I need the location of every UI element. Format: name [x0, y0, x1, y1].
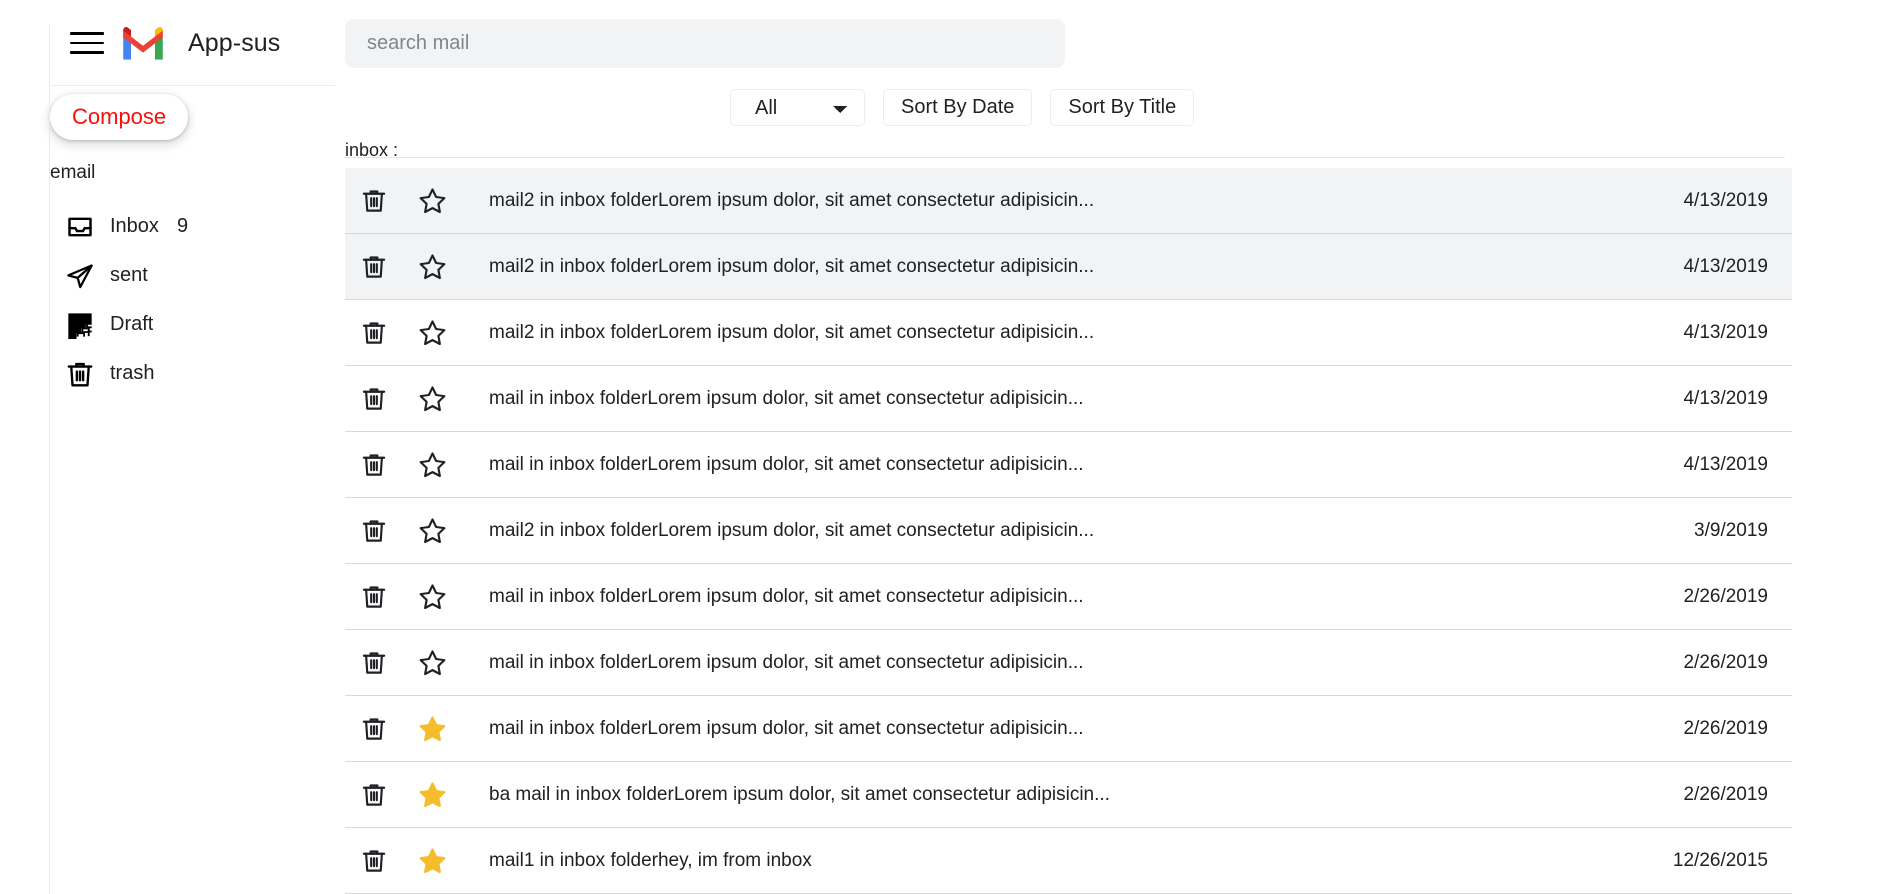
mail-row[interactable]: mail2 in inbox folderLorem ipsum dolor, … [345, 300, 1792, 366]
sidebar-item-draft[interactable]: Draft [50, 300, 335, 349]
mail-subject: mail in inbox folderLorem ipsum dolor, s… [489, 717, 1084, 739]
star-outline-icon[interactable] [403, 318, 461, 348]
delete-mail-icon[interactable] [345, 781, 403, 808]
sidebar-item-label: sent [110, 264, 148, 286]
inbox-icon [50, 213, 110, 241]
mail-date: 4/13/2019 [1683, 387, 1768, 409]
delete-mail-icon[interactable] [345, 319, 403, 346]
sidebar-item-label: Inbox [110, 215, 159, 237]
mail-date: 12/26/2015 [1672, 849, 1768, 871]
toolbar-divider [345, 157, 1785, 158]
mail-row[interactable]: mail2 in inbox folderLorem ipsum dolor, … [345, 498, 1792, 564]
mail-row[interactable]: mail in inbox folderLorem ipsum dolor, s… [345, 432, 1792, 498]
sidebar-item-label: Draft [110, 313, 154, 335]
star-outline-icon[interactable] [403, 252, 461, 282]
delete-mail-icon[interactable] [345, 715, 403, 742]
mail-subject: mail2 in inbox folderLorem ipsum dolor, … [489, 321, 1095, 343]
compose-container: Compose [0, 86, 335, 140]
mail-date: 2/26/2019 [1683, 585, 1768, 607]
mail-subject: mail in inbox folderLorem ipsum dolor, s… [489, 651, 1084, 673]
mail-row[interactable]: mail in inbox folderLorem ipsum dolor, s… [345, 696, 1792, 762]
mail-subject: mail1 in inbox folderhey, im from inbox [489, 849, 812, 871]
star-filled-icon[interactable] [403, 714, 461, 744]
delete-mail-icon[interactable] [345, 451, 403, 478]
filter-select[interactable]: All [730, 89, 865, 126]
delete-mail-icon[interactable] [345, 583, 403, 610]
mail-subject: mail2 in inbox folderLorem ipsum dolor, … [489, 519, 1095, 541]
star-filled-icon[interactable] [403, 780, 461, 810]
search-row [345, 0, 1892, 68]
gmail-logo-icon [120, 25, 166, 61]
mail-date: 4/13/2019 [1683, 189, 1768, 211]
mail-subject: mail2 in inbox folderLorem ipsum dolor, … [489, 189, 1095, 211]
star-outline-icon[interactable] [403, 186, 461, 216]
mail-subject: mail2 in inbox folderLorem ipsum dolor, … [489, 255, 1095, 277]
mail-date: 2/26/2019 [1683, 783, 1768, 805]
hamburger-menu-icon[interactable] [70, 30, 104, 56]
mail-row[interactable]: mail in inbox folderLorem ipsum dolor, s… [345, 564, 1792, 630]
folder-nav: Inbox 9 sent Draft trash [0, 202, 335, 398]
sidebar: App-sus Compose email Inbox 9 sent Draft… [0, 0, 335, 894]
mail-subject: ba mail in inbox folderLorem ipsum dolor… [489, 783, 1110, 805]
delete-mail-icon[interactable] [345, 517, 403, 544]
search-input[interactable] [345, 19, 1065, 68]
sort-by-title-button[interactable]: Sort By Title [1050, 89, 1195, 126]
mail-row[interactable]: mail2 in inbox folderLorem ipsum dolor, … [345, 168, 1792, 234]
inbox-unread-count: 9 [176, 215, 189, 237]
star-outline-icon[interactable] [403, 384, 461, 414]
send-icon [50, 262, 110, 290]
sidebar-item-label: trash [110, 362, 155, 384]
main-panel: All Sort By Date Sort By Title inbox : m… [335, 0, 1892, 894]
sidebar-header: App-sus [0, 0, 335, 86]
mail-subject: mail in inbox folderLorem ipsum dolor, s… [489, 585, 1084, 607]
delete-mail-icon[interactable] [345, 253, 403, 280]
delete-mail-icon[interactable] [345, 649, 403, 676]
mail-date: 4/13/2019 [1683, 255, 1768, 277]
mail-subject: mail in inbox folderLorem ipsum dolor, s… [489, 387, 1084, 409]
delete-mail-icon[interactable] [345, 187, 403, 214]
delete-mail-icon[interactable] [345, 847, 403, 874]
mail-list: mail2 in inbox folderLorem ipsum dolor, … [345, 168, 1792, 894]
sidebar-item-sent[interactable]: sent [50, 251, 335, 300]
sidebar-section-label: email [50, 162, 96, 183]
list-header-label: inbox : [345, 140, 399, 160]
mail-subject: mail in inbox folderLorem ipsum dolor, s… [489, 453, 1084, 475]
sidebar-item-inbox[interactable]: Inbox 9 [50, 202, 335, 251]
trash-icon [50, 359, 110, 389]
star-outline-icon[interactable] [403, 648, 461, 678]
star-outline-icon[interactable] [403, 516, 461, 546]
mail-date: 2/26/2019 [1683, 651, 1768, 673]
mail-row[interactable]: mail1 in inbox folderhey, im from inbox 1… [345, 828, 1792, 894]
mail-row[interactable]: mail2 in inbox folderLorem ipsum dolor, … [345, 234, 1792, 300]
mail-date: 4/13/2019 [1683, 321, 1768, 343]
gmail-app: App-sus Compose email Inbox 9 sent Draft… [0, 0, 1892, 894]
sidebar-item-trash[interactable]: trash [50, 349, 335, 398]
draft-icon [50, 311, 110, 339]
controls-row: All Sort By Date Sort By Title [345, 89, 1892, 126]
mail-date: 3/9/2019 [1694, 519, 1768, 541]
star-outline-icon[interactable] [403, 450, 461, 480]
mail-row[interactable]: ba mail in inbox folderLorem ipsum dolor… [345, 762, 1792, 828]
mail-date: 2/26/2019 [1683, 717, 1768, 739]
star-filled-icon[interactable] [403, 846, 461, 876]
app-title: App-sus [188, 28, 281, 57]
mail-date: 4/13/2019 [1683, 453, 1768, 475]
sort-by-date-button[interactable]: Sort By Date [883, 89, 1033, 126]
compose-button[interactable]: Compose [50, 94, 189, 140]
mail-row[interactable]: mail in inbox folderLorem ipsum dolor, s… [345, 630, 1792, 696]
star-outline-icon[interactable] [403, 582, 461, 612]
mail-row[interactable]: mail in inbox folderLorem ipsum dolor, s… [345, 366, 1792, 432]
delete-mail-icon[interactable] [345, 385, 403, 412]
